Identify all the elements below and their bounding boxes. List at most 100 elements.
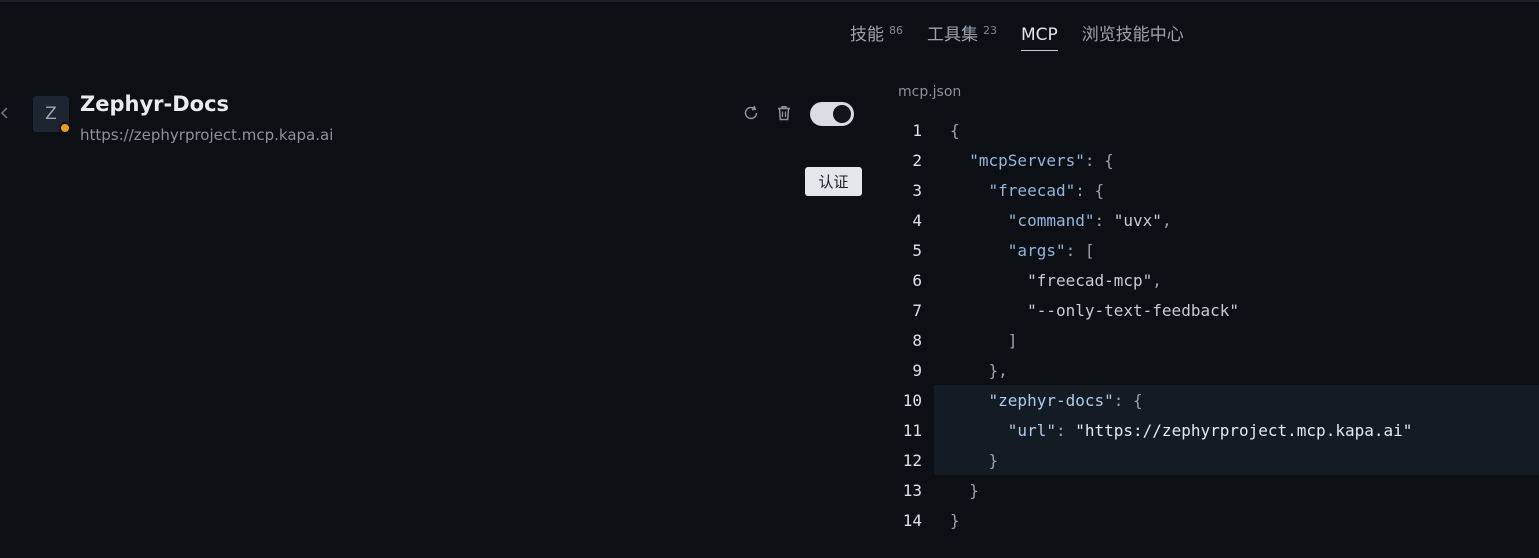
code-token: "args" [1007,240,1066,260]
code-token: "https://zephyrproject.mcp.kapa.ai" [1075,420,1413,440]
code-line[interactable]: 2 "mcpServers": { [890,145,1539,175]
code-token: "mcpServers" [969,150,1085,170]
code-line[interactable]: 14} [890,505,1539,535]
code-token: "command" [1007,210,1095,230]
tab-browse-label: 浏览技能中心 [1081,25,1184,45]
code-text: } [950,481,979,500]
code-line[interactable]: 1{ [890,115,1539,145]
code-line[interactable]: 12 } [890,445,1539,475]
code-token: }, [988,360,1008,380]
code-token: "--only-text-feedback" [1027,300,1239,320]
code-text: "mcpServers": { [950,151,1114,170]
server-name: Zephyr-Docs [80,92,230,116]
tab-toolsets-label: 工具集 [927,25,978,45]
line-number: 14 [902,510,922,530]
code-token: "zephyr-docs" [988,390,1114,410]
code-text: { [950,121,960,140]
line-number: 10 [902,390,922,410]
tab-toolsets[interactable]: 工具集 23 [927,24,997,46]
code-line[interactable]: 9 }, [890,355,1539,385]
authenticate-button[interactable]: 认证 [805,167,862,196]
line-number: 7 [912,300,922,320]
code-line[interactable]: 6 "freecad-mcp", [890,265,1539,295]
server-url: https://zephyrproject.mcp.kapa.ai [80,126,334,144]
trash-icon[interactable] [774,103,794,123]
code-text: "args": [ [950,241,1095,260]
line-number: 1 [912,120,922,140]
code-line[interactable]: 4 "command": "uvx", [890,205,1539,235]
code-text: }, [950,361,1008,380]
line-number: 8 [912,330,922,350]
code-text: } [950,450,999,470]
code-text: } [950,511,960,530]
tab-toolsets-count: 23 [983,24,997,37]
toggle-knob [833,105,851,123]
tab-skills[interactable]: 技能 86 [850,24,903,46]
code-line[interactable]: 11 "url": "https://zephyrproject.mcp.kap… [890,415,1539,445]
top-border [0,0,1539,2]
code-line[interactable]: 7 "--only-text-feedback" [890,295,1539,325]
line-number: 5 [912,240,922,260]
code-token: : [ [1065,240,1095,260]
enable-toggle[interactable] [810,102,854,126]
editor-filename: mcp.json [898,84,962,100]
code-token: : { [1113,390,1143,410]
status-dot [59,122,71,134]
code-token: "url" [1007,420,1056,440]
code-line[interactable]: 13 } [890,475,1539,505]
json-editor[interactable]: 1{2 "mcpServers": {3 "freecad": {4 "comm… [890,115,1539,558]
code-token: "freecad" [988,180,1076,200]
tab-bar: 技能 86 工具集 23 MCP 浏览技能中心 [850,24,1208,51]
code-text: "freecad": { [950,180,1105,200]
code-token: { [950,120,960,140]
code-text: "zephyr-docs": { [950,391,1143,410]
back-chevron-icon[interactable] [0,104,12,122]
code-line[interactable]: 3 "freecad": { [890,175,1539,205]
line-number: 4 [912,210,922,230]
line-number: 13 [902,480,922,500]
line-number: 3 [912,180,922,200]
code-line[interactable]: 8 ] [890,325,1539,355]
code-token: : { [1075,180,1105,200]
tab-browse-skills-center[interactable]: 浏览技能中心 [1082,24,1184,46]
code-token: , [1161,210,1172,230]
code-token: : [1055,420,1076,440]
line-number: 2 [912,150,922,170]
code-line[interactable]: 5 "args": [ [890,235,1539,265]
code-token: } [969,480,979,500]
tab-skills-label: 技能 [850,25,884,45]
line-number: 9 [912,360,922,380]
code-token: } [988,450,999,470]
tab-mcp[interactable]: MCP [1021,24,1058,51]
refresh-icon[interactable] [741,103,761,123]
server-avatar-letter: Z [45,104,57,124]
tab-mcp-label: MCP [1021,25,1058,45]
code-token: , [1152,270,1162,290]
code-text: ] [950,330,1018,350]
code-token: } [950,510,960,530]
code-text: "--only-text-feedback" [950,301,1239,320]
tab-skills-count: 86 [889,24,903,37]
code-text: "url": "https://zephyrproject.mcp.kapa.a… [950,420,1413,440]
code-token: ] [1007,330,1018,350]
code-token: : { [1084,150,1114,170]
code-token: "uvx" [1113,210,1162,230]
line-number: 12 [902,450,922,470]
code-token: : [1094,210,1114,230]
code-text: "freecad-mcp", [950,271,1162,290]
code-token: "freecad-mcp" [1027,270,1153,290]
code-line[interactable]: 10 "zephyr-docs": { [890,385,1539,415]
line-number: 6 [912,270,922,290]
